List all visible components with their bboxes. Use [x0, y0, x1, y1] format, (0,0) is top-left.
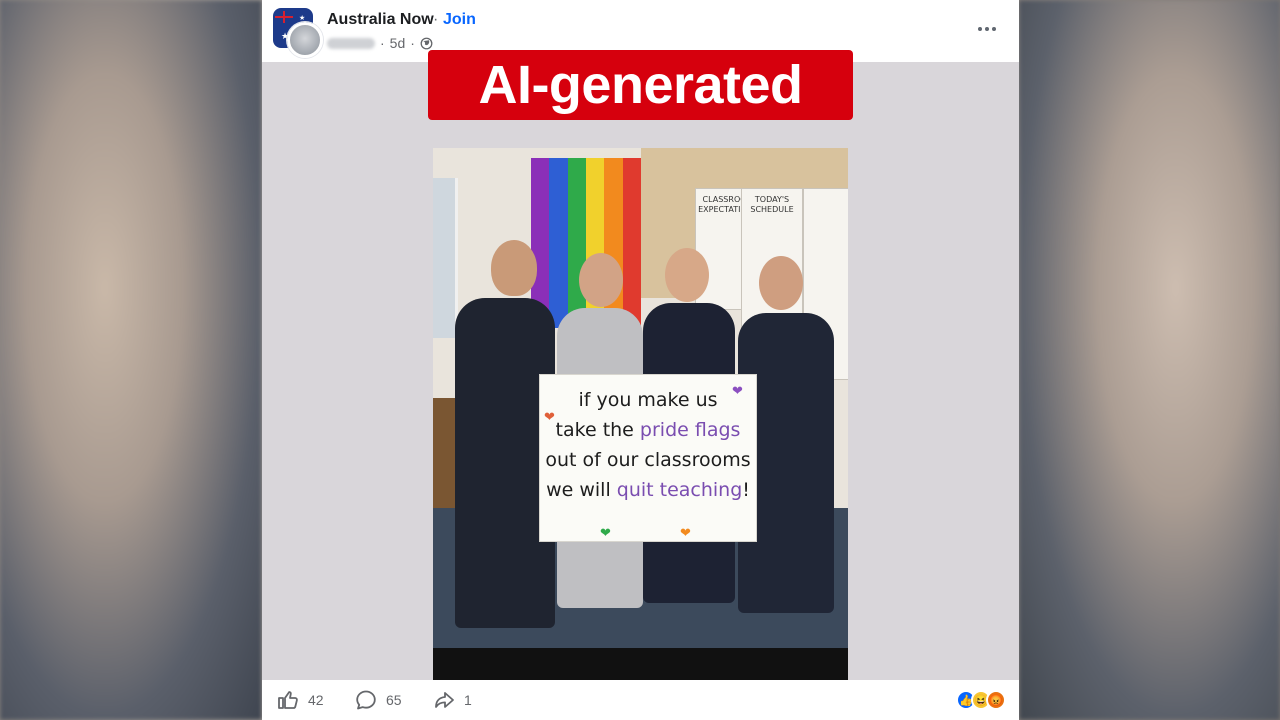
join-link[interactable]: Join: [443, 11, 476, 29]
comment-count: 65: [386, 692, 402, 708]
ai-generated-badge: AI-generated: [428, 50, 853, 120]
like-button[interactable]: 42: [276, 688, 324, 712]
rainbow-heart-icon: ❤: [544, 410, 555, 425]
post-time[interactable]: 5d: [390, 35, 406, 51]
angry-reaction-icon: 😡: [986, 690, 1006, 710]
page-name[interactable]: Australia Now: [327, 11, 434, 29]
facebook-post: ★ ★ ★ Australia Now · Join · 5d ·: [262, 0, 1019, 720]
share-button[interactable]: 1: [432, 688, 472, 712]
reaction-summary[interactable]: 👍 😆 😡: [956, 690, 1006, 710]
protest-sign: if you make us take the pride flags out …: [539, 374, 757, 542]
pride-flag: [531, 158, 641, 328]
share-count: 1: [464, 692, 472, 708]
like-count: 42: [308, 692, 324, 708]
post-photo[interactable]: CLASSROOM EXPECTATIONS TODAY'S SCHEDULE …: [433, 148, 848, 680]
comment-button[interactable]: 65: [354, 688, 402, 712]
rainbow-heart-icon: ❤: [680, 526, 691, 541]
teacher-2: [579, 253, 623, 307]
more-icon[interactable]: [976, 18, 998, 40]
share-icon: [435, 692, 454, 708]
comment-icon: [356, 690, 376, 710]
page-avatar[interactable]: ★ ★ ★: [273, 8, 323, 58]
teacher-1: [491, 240, 537, 296]
sign-line-4: we will quit teaching!: [546, 479, 750, 501]
teacher-4: [759, 256, 803, 310]
separator-dot: ·: [410, 35, 415, 51]
globe-icon: [420, 37, 433, 49]
separator-dot: ·: [380, 35, 385, 51]
post-footer: 42 65 1 👍 😆 😡: [262, 680, 1019, 720]
post-media[interactable]: CLASSROOM EXPECTATIONS TODAY'S SCHEDULE …: [262, 50, 1019, 680]
photo-bottom-bar: [433, 648, 848, 680]
sign-line-2: take the pride flags: [555, 419, 741, 441]
sign-line-1: if you make us: [578, 389, 718, 411]
classroom-window: [433, 178, 458, 338]
separator-dot: ·: [433, 11, 439, 28]
thumbs-up-icon: [278, 691, 298, 709]
post-meta: · 5d ·: [327, 35, 433, 51]
rainbow-heart-icon: ❤: [600, 526, 611, 541]
user-avatar[interactable]: [287, 22, 323, 58]
teacher-3: [665, 248, 709, 302]
rainbow-heart-icon: ❤: [732, 384, 743, 399]
sign-line-3: out of our classrooms: [545, 449, 751, 471]
background-blur-left: [0, 0, 262, 720]
blurred-author-name: [327, 37, 375, 49]
background-blur-right: [1019, 0, 1280, 720]
